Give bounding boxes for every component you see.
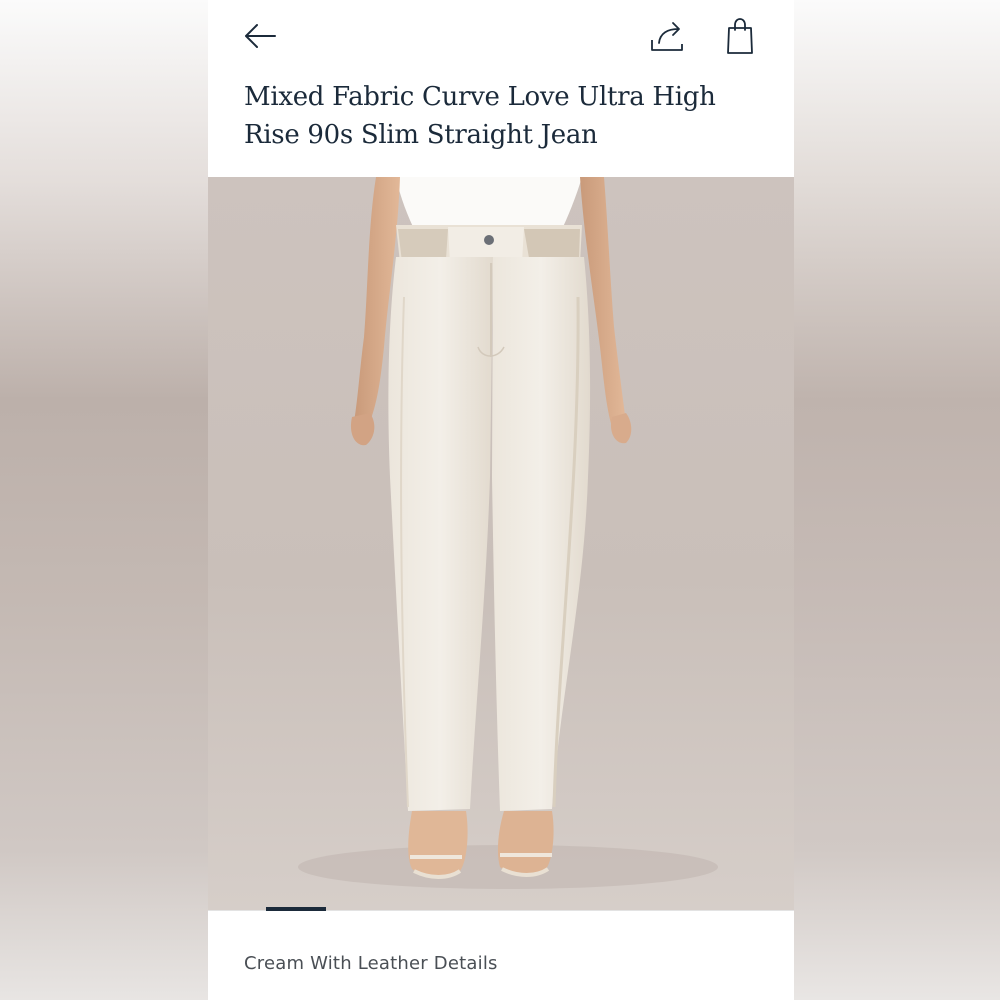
blurred-background-left — [0, 0, 208, 1000]
blurred-background-right — [794, 0, 1000, 1000]
arrow-left-icon[interactable] — [242, 20, 278, 52]
color-name: Cream With Leather Details — [244, 953, 498, 974]
product-photo[interactable] — [208, 177, 794, 910]
carousel-indicator-active[interactable] — [266, 907, 326, 911]
share-icon[interactable] — [648, 18, 686, 54]
product-screen: Mixed Fabric Curve Love Ultra High Rise … — [208, 0, 794, 1000]
product-title: Mixed Fabric Curve Love Ultra High Rise … — [244, 82, 716, 150]
top-bar — [208, 0, 794, 72]
shopping-bag-icon[interactable] — [722, 16, 758, 56]
